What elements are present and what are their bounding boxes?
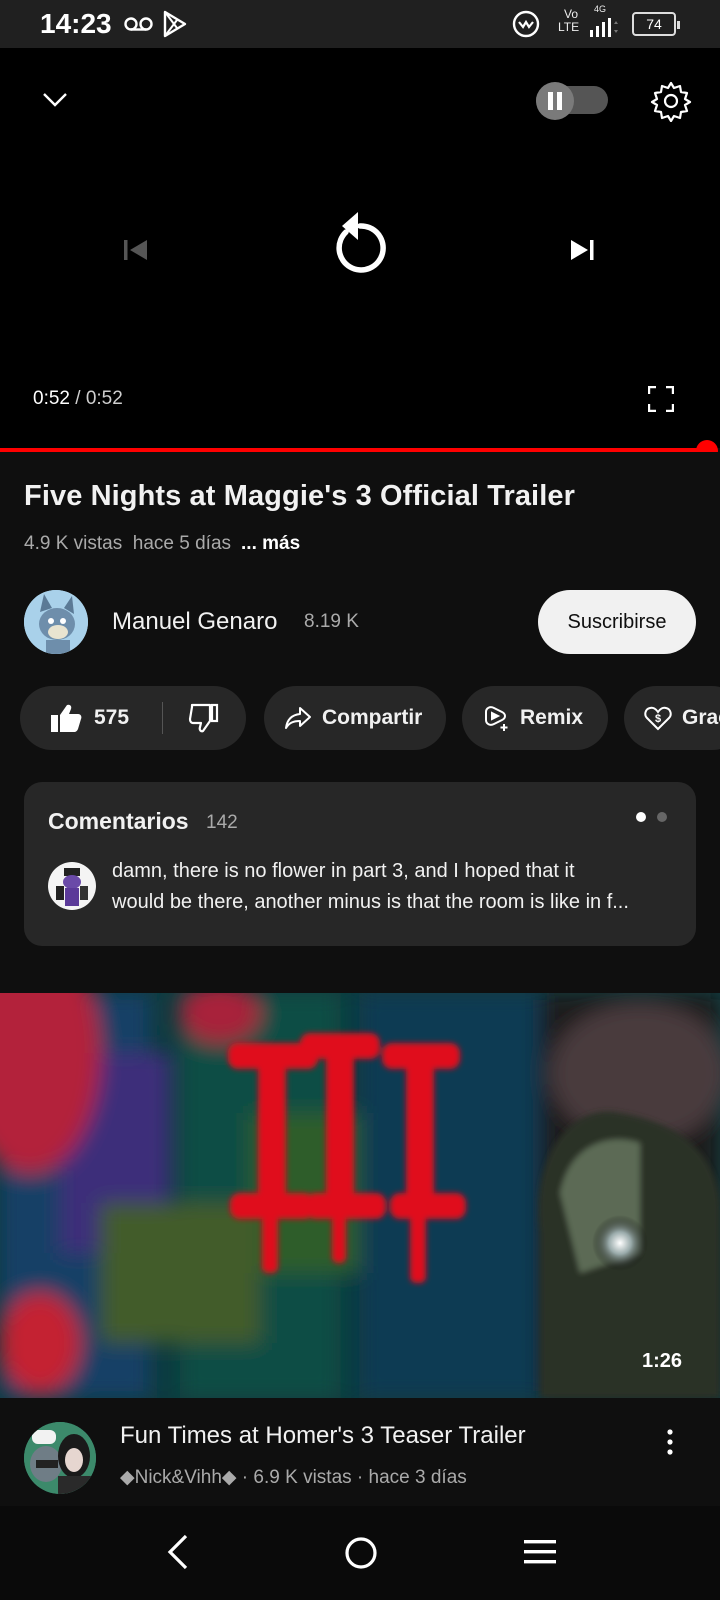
thumbs-down-icon[interactable] — [188, 702, 220, 734]
share-button[interactable]: Compartir — [264, 686, 446, 750]
comments-title: Comentarios — [48, 808, 189, 834]
duration-badge: 1:26 — [642, 1350, 683, 1372]
replay-icon[interactable] — [328, 208, 392, 280]
time-current: 0:52 — [33, 388, 70, 409]
share-arrow-icon — [284, 706, 312, 730]
play-store-icon — [162, 10, 188, 38]
thumbs-up-icon[interactable] — [50, 703, 82, 733]
time-total: 0:52 — [85, 388, 123, 409]
pause-icon[interactable] — [536, 82, 574, 120]
like-count[interactable]: 575 — [94, 706, 129, 730]
svg-text:$: $ — [655, 713, 661, 725]
thanks-button[interactable]: $ Grac — [624, 686, 720, 750]
carousel-dot — [657, 812, 667, 822]
comments-count: 142 — [206, 812, 238, 833]
status-time: 14:23 — [40, 8, 112, 39]
time-display: 0:52 / 0:52 — [33, 388, 123, 409]
remix-label: Remix — [520, 706, 584, 729]
comment-avatar[interactable] — [48, 862, 96, 910]
more-vert-icon[interactable] — [660, 1424, 680, 1464]
divider — [162, 702, 163, 734]
next-video-meta: ◆Nick&Vihh◆ · 6.9 K vistas · hace 3 días — [120, 1467, 467, 1488]
battery-icon: 74 — [632, 12, 680, 36]
settings-gear-icon[interactable] — [650, 80, 692, 122]
next-video-thumbnail[interactable] — [0, 993, 720, 1398]
video-title[interactable]: Five Nights at Maggie's 3 Official Trail… — [24, 480, 575, 513]
home-icon[interactable] — [344, 1536, 378, 1570]
more-link[interactable]: ... más — [241, 533, 300, 554]
next-channel-avatar[interactable] — [24, 1422, 96, 1494]
remix-icon — [482, 704, 510, 732]
thanks-label: Grac — [682, 706, 720, 729]
chevron-down-icon[interactable] — [40, 84, 70, 114]
next-icon[interactable] — [568, 236, 596, 264]
carousel-dot-active — [636, 812, 646, 822]
signal-icon — [588, 16, 618, 38]
like-dislike-pill: 575 — [20, 686, 246, 750]
remix-button[interactable]: Remix — [462, 686, 608, 750]
subscriber-count: 8.19 K — [304, 611, 359, 632]
voicemail-icon — [124, 14, 154, 34]
back-icon[interactable] — [166, 1534, 190, 1570]
channel-name[interactable]: Manuel Genaro — [112, 608, 277, 636]
heart-dollar-icon: $ — [644, 705, 672, 731]
recents-menu-icon[interactable] — [524, 1538, 556, 1566]
previous-icon — [122, 236, 150, 264]
network-type: 4G — [594, 4, 607, 14]
video-meta[interactable]: 4.9 K vistas hace 5 días... más — [24, 533, 300, 555]
volte-indicator: Vo LTE — [558, 7, 580, 34]
fullscreen-icon[interactable] — [648, 386, 674, 412]
channel-avatar[interactable] — [24, 590, 88, 654]
next-video-title[interactable]: Fun Times at Homer's 3 Teaser Trailer — [120, 1422, 526, 1450]
share-label: Compartir — [322, 706, 423, 729]
top-comment-text: damn, there is no flower in part 3, and … — [112, 860, 629, 913]
hotspot-icon — [512, 10, 540, 38]
subscribe-button[interactable]: Suscribirse — [538, 590, 696, 654]
